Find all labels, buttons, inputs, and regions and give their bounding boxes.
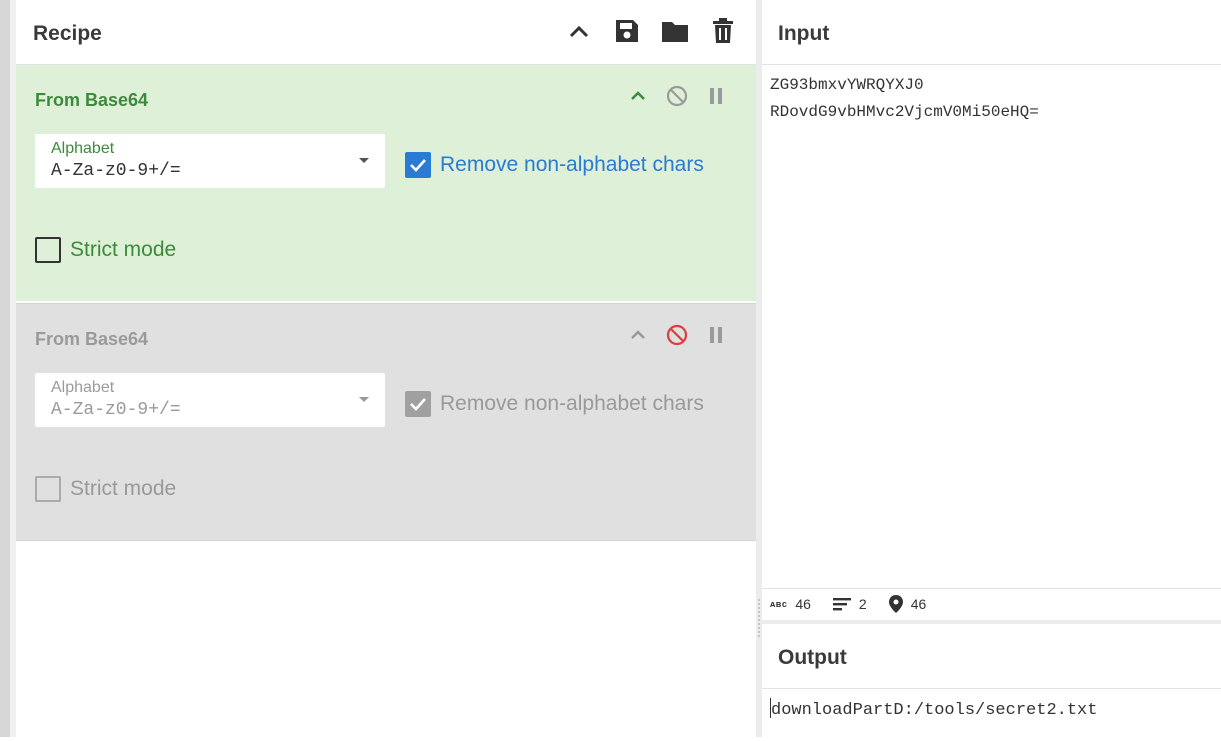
output-title: Output: [778, 646, 847, 669]
alphabet-label: Alphabet: [51, 379, 115, 396]
chevron-up-icon[interactable]: [625, 83, 650, 108]
remove-non-alphabet-checkbox[interactable]: Remove non-alphabet chars: [405, 391, 704, 417]
resize-grip[interactable]: [757, 598, 761, 638]
left-gutter: [0, 0, 10, 737]
strict-mode-checkbox[interactable]: Strict mode: [35, 237, 176, 263]
alphabet-dropdown[interactable]: Alphabet A-Za-z0-9+/=: [35, 134, 385, 188]
location-pin-icon: [888, 595, 903, 613]
lines-value: 2: [858, 596, 867, 612]
operation-title: From Base64: [35, 90, 149, 110]
position-value: 46: [910, 596, 927, 612]
input-title: Input: [778, 22, 830, 45]
output-textarea[interactable]: downloadPartD:/tools/secret2.txt: [770, 698, 1097, 720]
input-header: Input: [762, 0, 1221, 65]
caret-down-icon: [359, 397, 369, 402]
alphabet-value: A-Za-z0-9+/=: [51, 400, 181, 420]
recipe-title: Recipe: [33, 22, 102, 45]
abc-icon: ᴀʙᴄ: [770, 599, 788, 609]
trash-icon[interactable]: [708, 16, 738, 46]
alphabet-label: Alphabet: [51, 140, 115, 157]
input-status-bar: ᴀʙᴄ 46 2 46: [762, 588, 1221, 619]
output-header: Output: [762, 624, 1221, 689]
alphabet-value: A-Za-z0-9+/=: [51, 161, 181, 181]
folder-icon[interactable]: [660, 16, 690, 46]
output-value: downloadPartD:/tools/secret2.txt: [771, 701, 1098, 720]
operation-controls: [625, 83, 728, 108]
input-panel: Input ZG93bmxvYWRQYXJ0 RDovdG9vbHMvc2Vjcm…: [762, 0, 1221, 619]
caret-down-icon: [359, 158, 369, 163]
checkbox-unchecked-icon[interactable]: [35, 476, 61, 502]
recipe-header: Recipe: [16, 0, 756, 65]
disable-icon[interactable]: [664, 83, 689, 108]
recipe-panel: Recipe From Base64 Alphabet A-Za-z0-9+/=…: [16, 0, 756, 737]
output-panel: Output downloadPartD:/tools/secret2.txt: [762, 620, 1221, 741]
operation-from-base64-1: From Base64 Alphabet A-Za-z0-9+/= Remove…: [16, 65, 756, 301]
input-line: RDovdG9vbHMvc2VjcmV0Mi50eHQ=: [770, 103, 1039, 121]
lines-icon: [832, 598, 851, 611]
pause-icon[interactable]: [703, 83, 728, 108]
checkbox-checked-icon[interactable]: [405, 152, 431, 178]
checkbox-unchecked-icon[interactable]: [35, 237, 61, 263]
input-line: ZG93bmxvYWRQYXJ0: [770, 76, 924, 94]
length-value: 46: [795, 596, 811, 612]
length-stat: ᴀʙᴄ 46: [770, 596, 811, 612]
lines-stat: 2: [832, 596, 867, 612]
chevron-up-icon[interactable]: [564, 16, 594, 46]
operation-controls: [625, 322, 728, 347]
save-icon[interactable]: [612, 16, 642, 46]
disable-icon[interactable]: [664, 322, 689, 347]
recipe-toolbar: [564, 16, 738, 46]
strict-mode-checkbox[interactable]: Strict mode: [35, 476, 176, 502]
pause-icon[interactable]: [703, 322, 728, 347]
position-stat: 46: [888, 595, 927, 613]
remove-non-alphabet-label: Remove non-alphabet chars: [440, 153, 704, 176]
strict-mode-label: Strict mode: [70, 477, 177, 500]
remove-non-alphabet-label: Remove non-alphabet chars: [440, 392, 704, 415]
chevron-up-icon[interactable]: [625, 322, 650, 347]
operation-from-base64-2: From Base64 Alphabet A-Za-z0-9+/= Remove…: [16, 303, 756, 541]
input-textarea[interactable]: ZG93bmxvYWRQYXJ0 RDovdG9vbHMvc2VjcmV0Mi50…: [770, 72, 1039, 126]
alphabet-dropdown[interactable]: Alphabet A-Za-z0-9+/=: [35, 373, 385, 427]
checkbox-checked-icon[interactable]: [405, 391, 431, 417]
strict-mode-label: Strict mode: [70, 238, 177, 261]
remove-non-alphabet-checkbox[interactable]: Remove non-alphabet chars: [405, 152, 704, 178]
operation-title: From Base64: [35, 329, 149, 349]
